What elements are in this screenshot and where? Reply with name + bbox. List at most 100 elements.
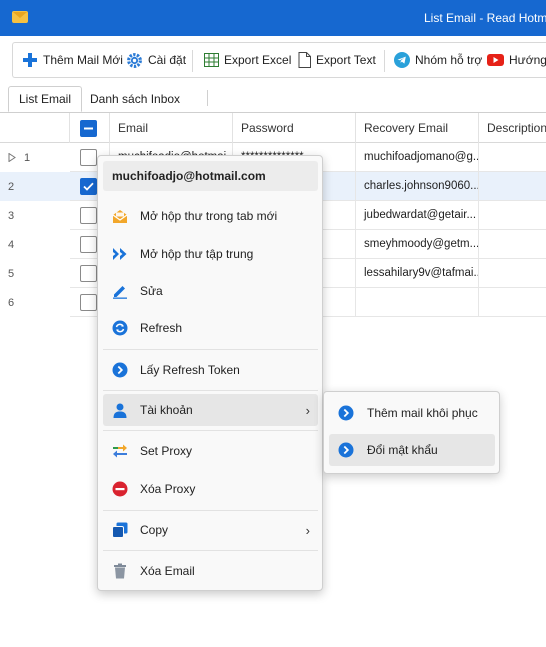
menu-item-label: Xóa Email [140, 564, 195, 578]
menu-separator [103, 550, 318, 551]
toolbar-divider [384, 50, 385, 72]
submenu-item-label: Thêm mail khôi phục [367, 406, 478, 420]
menu-separator [103, 349, 318, 350]
spreadsheet-icon [204, 53, 219, 67]
description-cell[interactable] [479, 172, 546, 201]
document-icon [298, 52, 311, 68]
chevron-circle-icon [112, 362, 128, 378]
column-header-label: Password [241, 121, 294, 135]
settings-label: Cài đặt [148, 53, 187, 67]
select-all-checkbox[interactable] [80, 119, 97, 137]
menu-item-open-in-new-tab[interactable]: Mở hộp thư trong tab mới [103, 200, 318, 232]
context-menu: muchifoadjo@hotmail.com Mở hộp thư trong… [97, 155, 323, 591]
recovery-email-cell[interactable]: jubedwardat@getair... [356, 201, 479, 230]
recovery-email-cell[interactable] [356, 288, 479, 317]
description-cell[interactable] [479, 201, 546, 230]
export-excel-label: Export Excel [224, 53, 292, 67]
column-header-password[interactable]: Password [233, 113, 356, 143]
tab-bar: List Email Danh sách Inbox [0, 84, 546, 112]
recovery-email-cell[interactable]: muchifoadjomano@g... [356, 143, 479, 172]
row-checkbox[interactable] [80, 206, 97, 224]
tab-inbox-list[interactable]: Danh sách Inbox [80, 86, 190, 112]
minus-icon [84, 127, 93, 129]
add-mail-label: Thêm Mail Mới [43, 53, 123, 67]
row-number-label: 5 [8, 267, 15, 280]
menu-item-copy[interactable]: Copy › [103, 514, 318, 546]
tab-list-email[interactable]: List Email [8, 86, 83, 112]
menu-item-open-focused-inbox[interactable]: Mở hộp thư tập trung [103, 238, 318, 270]
menu-item-label: Copy [140, 523, 169, 537]
open-envelope-icon [112, 210, 128, 223]
row-checkbox[interactable] [80, 148, 97, 166]
envelope-icon [12, 11, 28, 23]
menu-separator [103, 510, 318, 511]
column-header-label: Recovery Email [364, 121, 449, 135]
submenu-item-change-password[interactable]: Đổi mật khẩu [329, 434, 495, 466]
row-number: 6 [8, 288, 48, 317]
export-excel-button[interactable]: Export Excel [204, 43, 291, 77]
column-header-email[interactable]: Email [110, 113, 233, 143]
column-header-recovery-email[interactable]: Recovery Email [356, 113, 479, 143]
menu-item-edit[interactable]: Sửa [103, 275, 318, 307]
checkmark-icon [83, 182, 94, 191]
chevron-circle-icon [338, 405, 354, 421]
menu-item-delete-email[interactable]: Xóa Email [103, 555, 318, 587]
menu-item-label: Mở hộp thư trong tab mới [140, 209, 278, 223]
menu-item-get-refresh-token[interactable]: Lấy Refresh Token [103, 354, 318, 386]
settings-button[interactable]: Cài đặt [126, 43, 186, 77]
guide-button[interactable]: Hướng d [487, 43, 546, 77]
title-bar: List Email - Read Hotmail l [0, 0, 546, 36]
row-number: 1 [8, 143, 48, 172]
chevron-circle-icon [338, 442, 354, 458]
recovery-email-cell[interactable]: smeyhmoody@getm... [356, 230, 479, 259]
row-number: 5 [8, 259, 48, 288]
menu-item-label: Sửa [140, 284, 163, 298]
description-cell[interactable] [479, 230, 546, 259]
gear-icon [127, 52, 142, 68]
menu-item-account[interactable]: Tài khoản › [103, 394, 318, 426]
row-header-corner [0, 113, 70, 143]
menu-item-label: Set Proxy [140, 444, 193, 458]
menu-item-label: Lấy Refresh Token [140, 363, 240, 377]
row-number: 2 [8, 172, 48, 201]
context-menu-header: muchifoadjo@hotmail.com [103, 161, 318, 191]
description-cell[interactable] [479, 259, 546, 288]
toolbar: Thêm Mail Mới Cài đặt Export Excel Expor… [12, 42, 546, 78]
row-indicator-icon [8, 153, 16, 162]
description-cell[interactable] [479, 143, 546, 172]
recovery-email-cell[interactable]: charles.johnson9060... [356, 172, 479, 201]
row-checkbox[interactable] [80, 177, 97, 195]
telegram-icon [394, 52, 410, 68]
support-group-button[interactable]: Nhóm hỗ trợ [394, 43, 482, 77]
recovery-email-cell[interactable]: lessahilary9v@tafmai... [356, 259, 479, 288]
row-checkbox[interactable] [80, 293, 97, 311]
user-icon [113, 403, 127, 418]
menu-item-remove-proxy[interactable]: Xóa Proxy [103, 473, 318, 505]
row-checkbox[interactable] [80, 235, 97, 253]
column-header-description[interactable]: Description [479, 113, 546, 143]
description-cell[interactable] [479, 288, 546, 317]
row-number-label: 3 [8, 209, 15, 222]
row-number-label: 4 [8, 238, 15, 251]
export-text-button[interactable]: Export Text [298, 43, 376, 77]
trash-icon [114, 563, 126, 579]
add-mail-button[interactable]: Thêm Mail Mới [22, 43, 123, 77]
row-checkbox[interactable] [80, 264, 97, 282]
chevron-right-icon: › [305, 522, 310, 538]
column-header-label: Description [487, 121, 546, 135]
support-group-label: Nhóm hỗ trợ [415, 53, 483, 67]
window-title: List Email - Read Hotmail l [424, 11, 546, 25]
select-all-cell [70, 113, 110, 143]
menu-item-refresh[interactable]: Refresh [103, 312, 318, 344]
youtube-icon [487, 54, 504, 66]
refresh-icon [112, 320, 128, 336]
submenu-item-add-recovery-mail[interactable]: Thêm mail khôi phục [329, 397, 495, 429]
copy-icon [112, 522, 128, 538]
chevron-right-icon: › [305, 402, 310, 418]
export-text-label: Export Text [316, 53, 376, 67]
tab-divider [207, 90, 208, 106]
menu-item-set-proxy[interactable]: Set Proxy [103, 435, 318, 467]
tab-label: Danh sách Inbox [90, 92, 181, 106]
menu-item-label: Tài khoản [140, 403, 193, 417]
row-number-label: 2 [8, 180, 15, 193]
